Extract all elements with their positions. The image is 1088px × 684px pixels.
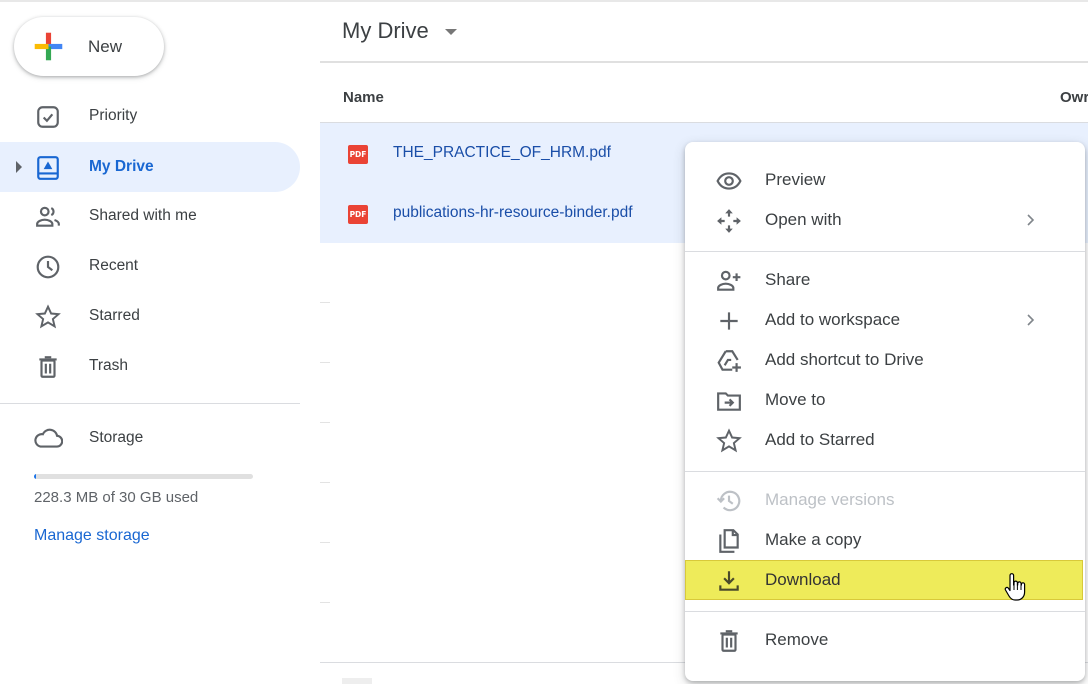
menu-item-manage-versions: Manage versions [685, 480, 1085, 520]
sidebar-item-label: Starred [89, 307, 140, 324]
my-drive-title-dropdown[interactable]: My Drive [342, 18, 457, 44]
expand-caret-icon[interactable] [16, 161, 22, 173]
menu-item-add-to-workspace[interactable]: Add to workspace [685, 300, 1085, 340]
sidebar-item-trash[interactable]: Trash [0, 341, 300, 391]
history-icon [716, 490, 741, 512]
column-header-name[interactable]: Name [343, 89, 384, 106]
partial-element [342, 678, 372, 684]
new-button-label: New [88, 37, 123, 56]
menu-item-add-shortcut[interactable]: Add shortcut to Drive [685, 340, 1085, 380]
sidebar-divider [0, 403, 300, 404]
person-add-icon [717, 270, 741, 291]
sidebar-item-label: Trash [89, 357, 129, 374]
eye-icon [716, 172, 742, 190]
star-icon [716, 428, 742, 453]
move-folder-icon [717, 392, 741, 411]
storage-label: Storage [89, 429, 144, 446]
sidebar-item-priority[interactable]: Priority [0, 91, 300, 141]
menu-item-label: Share [765, 270, 811, 289]
sidebar-item-recent[interactable]: Recent [0, 241, 300, 291]
menu-item-open-with[interactable]: Open with [685, 200, 1085, 240]
row-divider [320, 602, 330, 603]
menu-item-label: Remove [765, 630, 829, 649]
storage-usage-fill [34, 474, 36, 479]
menu-item-move-to[interactable]: Move to [685, 380, 1085, 420]
trash-icon [720, 630, 738, 652]
open-with-arrows-icon [717, 209, 741, 233]
menu-item-label: Preview [765, 170, 826, 189]
menu-divider [685, 251, 1085, 252]
clock-icon [36, 255, 60, 279]
menu-item-share[interactable]: Share [685, 260, 1085, 300]
row-divider [320, 422, 330, 423]
sidebar: New Priority My Drive Shared with me Rec… [0, 0, 320, 684]
sidebar-item-my-drive[interactable]: My Drive [0, 142, 300, 192]
menu-item-make-a-copy[interactable]: Make a copy [685, 520, 1085, 560]
chevron-right-icon [1027, 314, 1035, 326]
row-divider [320, 362, 330, 363]
menu-divider [685, 611, 1085, 612]
new-button[interactable]: New [14, 17, 164, 76]
sidebar-item-shared-with-me[interactable]: Shared with me [0, 191, 300, 241]
caret-down-icon [444, 29, 457, 35]
drive-shortcut-icon [717, 350, 741, 372]
menu-item-label: Add to Starred [765, 430, 875, 449]
my-drive-icon [37, 156, 59, 180]
menu-item-add-to-starred[interactable]: Add to Starred [685, 420, 1085, 460]
menu-divider [685, 471, 1085, 472]
pdf-file-icon: PDF [348, 145, 368, 164]
context-menu: Preview Open with Share Add to workspace [685, 142, 1085, 681]
storage-used-text: 228.3 MB of 30 GB used [34, 489, 199, 506]
sidebar-item-label: Priority [89, 107, 138, 124]
menu-item-download[interactable]: Download [685, 560, 1083, 601]
menu-item-label: Move to [765, 390, 826, 409]
chevron-right-icon [1027, 214, 1035, 226]
plus-icon [720, 312, 738, 330]
download-icon [719, 571, 739, 591]
pdf-file-icon: PDF [348, 205, 368, 224]
file-name: THE_PRACTICE_OF_HRM.pdf [393, 144, 611, 161]
row-divider [320, 302, 330, 303]
trash-icon [39, 356, 57, 378]
row-divider [320, 482, 330, 483]
sidebar-item-label: Recent [89, 257, 139, 274]
file-name: publications-hr-resource-binder.pdf [393, 204, 633, 221]
menu-item-preview[interactable]: Preview [685, 160, 1085, 200]
menu-item-label: Add shortcut to Drive [765, 350, 924, 369]
shared-people-icon [36, 206, 60, 227]
page-title: My Drive [342, 18, 429, 43]
menu-item-label: Open with [765, 210, 842, 229]
priority-check-icon [37, 106, 59, 128]
copy-icon [719, 529, 739, 553]
menu-item-label: Download [765, 570, 841, 589]
sidebar-item-label: Shared with me [89, 207, 197, 224]
column-header-owner[interactable]: Owr [1060, 89, 1088, 106]
storage-usage-bar [34, 474, 253, 479]
menu-item-remove[interactable]: Remove [685, 620, 1085, 660]
sidebar-item-label: My Drive [89, 158, 154, 175]
cloud-icon [34, 428, 63, 448]
row-divider [320, 542, 330, 543]
menu-item-label: Manage versions [765, 490, 895, 509]
plus-colored-icon [34, 32, 63, 61]
menu-item-label: Make a copy [765, 530, 862, 549]
title-divider [320, 61, 1088, 63]
star-icon [35, 304, 61, 329]
sidebar-item-storage[interactable]: Storage [0, 415, 300, 459]
sidebar-item-starred[interactable]: Starred [0, 291, 300, 341]
manage-storage-link[interactable]: Manage storage [34, 527, 150, 545]
menu-item-label: Add to workspace [765, 310, 901, 329]
hand-pointer-cursor-icon [1004, 573, 1026, 601]
